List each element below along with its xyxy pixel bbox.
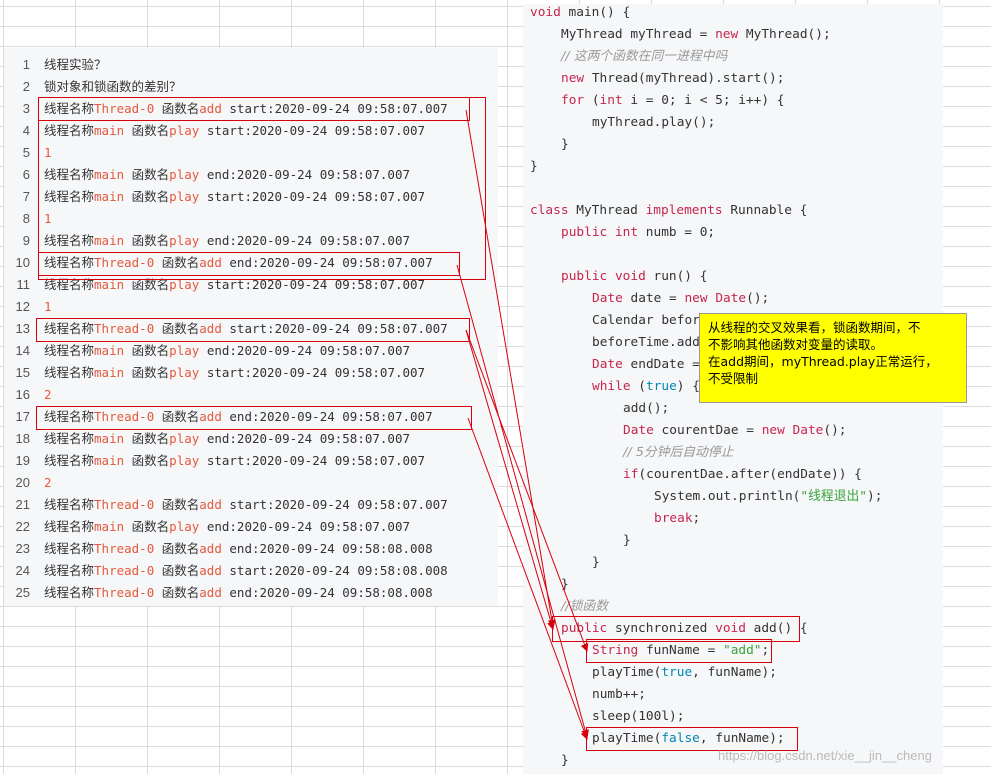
note-line-4: 不受限制 [708, 371, 759, 386]
note-line-2: 不影响其他函数对变量的读取。 [708, 337, 884, 352]
arrow-line-17 [467, 417, 589, 740]
arrow-line-13-b [465, 329, 589, 652]
watermark: https://blog.csdn.net/xie__jin__cheng [718, 748, 932, 763]
annotation-note: 从线程的交叉效果看，锁函数期间，不 不影响其他函数对变量的读取。 在add期间，… [699, 313, 967, 403]
arrow-line-3 [465, 109, 556, 628]
note-line-3: 在add期间，myThread.play正常运行， [708, 354, 938, 369]
note-line-1: 从线程的交叉效果看，锁函数期间，不 [708, 320, 921, 335]
arrow-line-10 [456, 264, 589, 738]
arrow-line-13-a [465, 329, 555, 630]
